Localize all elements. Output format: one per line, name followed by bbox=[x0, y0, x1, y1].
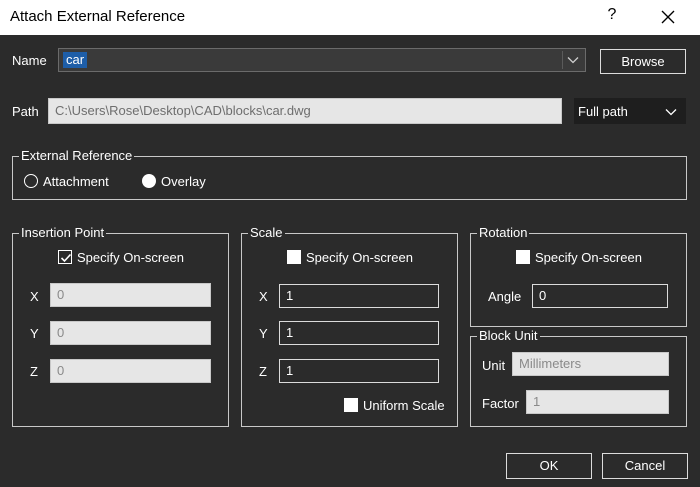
help-button[interactable]: ? bbox=[602, 6, 622, 24]
cancel-button[interactable]: Cancel bbox=[602, 453, 688, 479]
close-icon bbox=[661, 10, 675, 24]
name-combobox[interactable]: car bbox=[58, 48, 586, 72]
name-label: Name bbox=[12, 53, 47, 68]
insertion-y-field: 0 bbox=[50, 321, 211, 345]
attachment-radio[interactable] bbox=[24, 174, 38, 188]
scale-y-input[interactable]: 1 bbox=[279, 321, 439, 345]
name-input[interactable]: car bbox=[63, 52, 88, 68]
insertion-x-label: X bbox=[30, 289, 39, 304]
overlay-label[interactable]: Overlay bbox=[161, 174, 206, 189]
scale-y-label: Y bbox=[259, 326, 268, 341]
unit-label: Unit bbox=[482, 358, 506, 373]
scale-x-input[interactable]: 1 bbox=[279, 284, 439, 308]
title-bar: Attach External Reference ? bbox=[0, 0, 700, 35]
insertion-z-label: Z bbox=[30, 364, 38, 379]
external-reference-title: External Reference bbox=[19, 148, 135, 163]
scale-title: Scale bbox=[248, 225, 285, 240]
insertion-specify-checkbox[interactable] bbox=[58, 250, 72, 264]
rotation-specify-checkbox[interactable] bbox=[516, 250, 530, 264]
scale-specify-checkbox[interactable] bbox=[287, 250, 301, 264]
uniform-scale-checkbox[interactable] bbox=[344, 398, 358, 412]
unit-field: Millimeters bbox=[512, 352, 669, 376]
overlay-radio[interactable] bbox=[142, 174, 156, 188]
insertion-specify-label[interactable]: Specify On-screen bbox=[77, 250, 184, 265]
browse-button[interactable]: Browse bbox=[600, 49, 686, 74]
path-field: C:\Users\Rose\Desktop\CAD\blocks\car.dwg bbox=[48, 98, 562, 124]
path-label: Path bbox=[12, 104, 39, 119]
factor-field: 1 bbox=[526, 390, 669, 414]
angle-input[interactable]: 0 bbox=[532, 284, 668, 308]
scale-z-label: Z bbox=[259, 364, 267, 379]
window-title: Attach External Reference bbox=[10, 8, 186, 25]
combo-separator bbox=[562, 51, 563, 69]
insertion-y-label: Y bbox=[30, 326, 39, 341]
external-reference-group: External Reference bbox=[12, 148, 687, 200]
rotation-group: Rotation bbox=[470, 225, 687, 327]
chevron-down-icon bbox=[665, 109, 677, 116]
factor-label: Factor bbox=[482, 396, 519, 411]
path-type-select[interactable]: Full path bbox=[574, 98, 686, 124]
angle-label: Angle bbox=[488, 289, 522, 304]
insertion-z-field: 0 bbox=[50, 359, 211, 383]
ok-button[interactable]: OK bbox=[506, 453, 592, 479]
scale-x-label: X bbox=[259, 289, 268, 304]
block-unit-title: Block Unit bbox=[477, 328, 540, 343]
insertion-point-title: Insertion Point bbox=[19, 225, 107, 240]
rotation-title: Rotation bbox=[477, 225, 530, 240]
chevron-down-icon[interactable] bbox=[567, 56, 579, 64]
uniform-scale-label[interactable]: Uniform Scale bbox=[363, 398, 445, 413]
rotation-specify-label[interactable]: Specify On-screen bbox=[535, 250, 642, 265]
attachment-label[interactable]: Attachment bbox=[43, 174, 109, 189]
path-type-value: Full path bbox=[578, 104, 628, 119]
scale-specify-label[interactable]: Specify On-screen bbox=[306, 250, 413, 265]
checkmark-icon bbox=[60, 253, 72, 263]
close-button[interactable] bbox=[652, 2, 684, 32]
insertion-x-field: 0 bbox=[50, 283, 211, 307]
scale-z-input[interactable]: 1 bbox=[279, 359, 439, 383]
